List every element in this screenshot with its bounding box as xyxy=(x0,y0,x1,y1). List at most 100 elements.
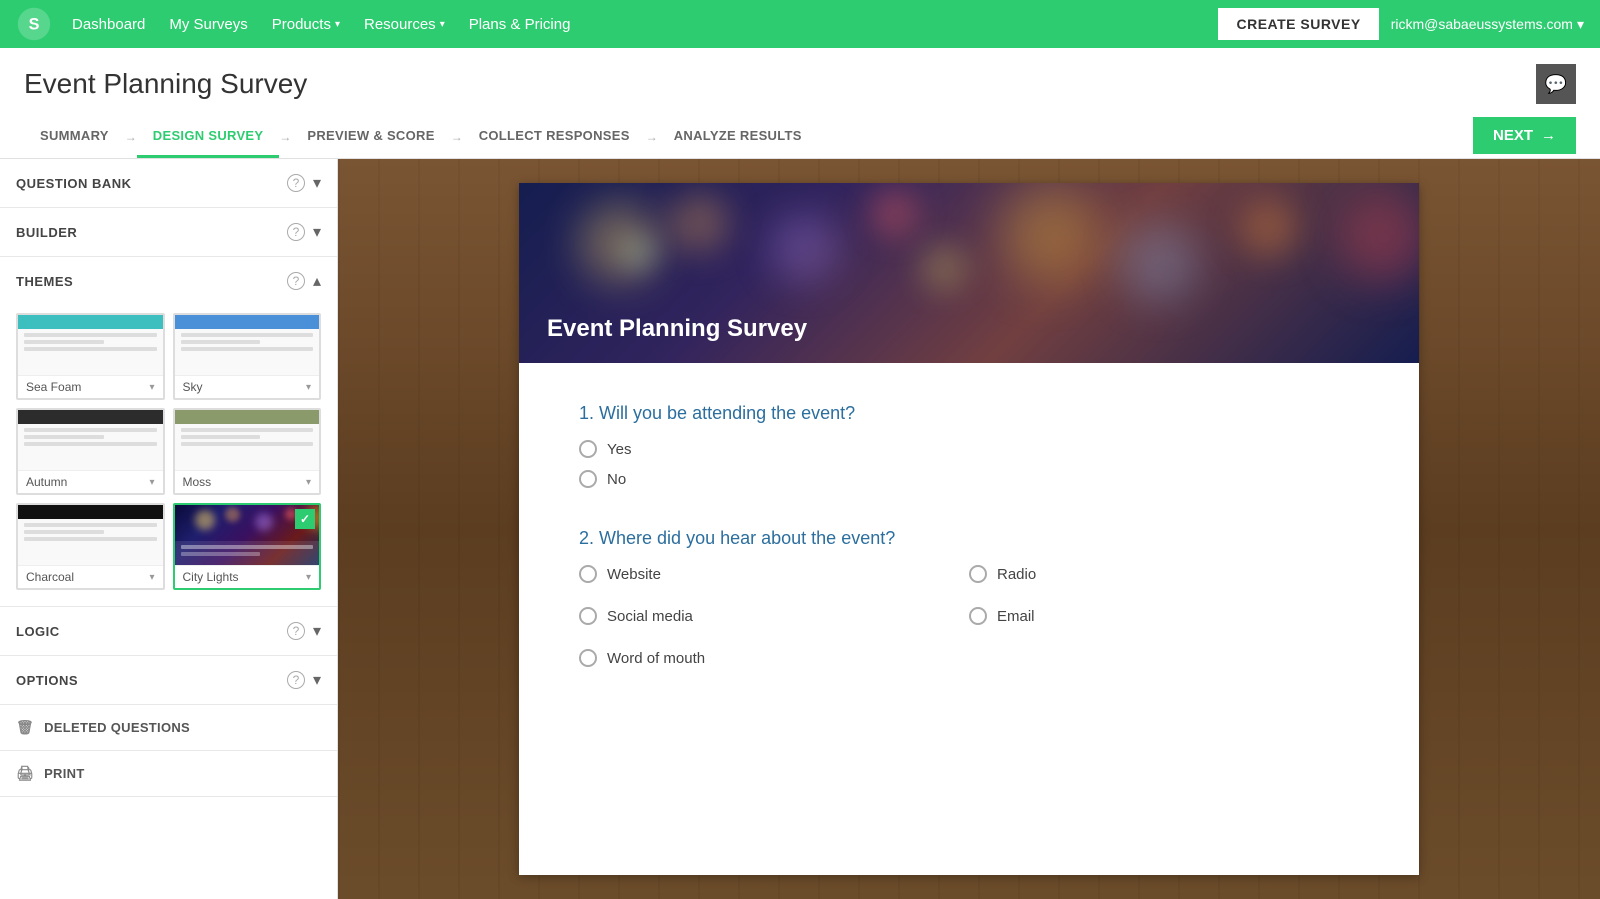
question-2-option-social[interactable]: Social media xyxy=(579,607,969,625)
theme-card-autumn[interactable]: Autumn ▾ xyxy=(16,408,165,495)
theme-preview-seafoam xyxy=(18,315,163,375)
question-2-option-email[interactable]: Email xyxy=(969,607,1359,625)
charcoal-footer: Charcoal ▾ xyxy=(18,565,163,588)
user-menu[interactable]: rickm@sabaeussystems.com ▾ xyxy=(1391,16,1584,33)
seafoam-footer: Sea Foam ▾ xyxy=(18,375,163,398)
options-help-icon[interactable]: ? xyxy=(287,671,305,689)
survey-card: Event Planning Survey 1. Will you be att… xyxy=(519,183,1419,875)
tabs-row: SUMMARY → DESIGN SURVEY → PREVIEW & SCOR… xyxy=(24,116,1576,158)
autumn-dropdown-icon[interactable]: ▾ xyxy=(149,477,154,488)
charcoal-line-1 xyxy=(24,523,157,527)
question-2-col2: Radio Email xyxy=(969,565,1359,679)
tab-collect-responses[interactable]: COLLECT RESPONSES xyxy=(463,116,646,158)
create-survey-button[interactable]: CREATE SURVEY xyxy=(1218,8,1378,40)
svg-text:S: S xyxy=(29,15,40,33)
theme-card-moss[interactable]: Moss ▾ xyxy=(173,408,322,495)
logic-title: LOGIC xyxy=(16,624,60,639)
themes-header[interactable]: THEMES ? ▴ xyxy=(0,257,337,305)
autumn-line-2 xyxy=(24,435,104,439)
radio-website-icon[interactable] xyxy=(579,565,597,583)
nav-link-plans[interactable]: Plans & Pricing xyxy=(469,16,571,33)
charcoal-line-3 xyxy=(24,537,157,541)
logic-header[interactable]: LOGIC ? ▾ xyxy=(0,607,337,655)
main-content: QUESTION BANK ? ▾ BUILDER ? ▾ xyxy=(0,159,1600,899)
nav-link-my-surveys[interactable]: My Surveys xyxy=(169,16,247,33)
themes-collapse-icon[interactable]: ▴ xyxy=(313,271,321,291)
page-header: Event Planning Survey 💬 SUMMARY → DESIGN… xyxy=(0,48,1600,159)
radio-wordofmouth-icon[interactable] xyxy=(579,649,597,667)
question-2-option-wordofmouth[interactable]: Word of mouth xyxy=(579,649,969,667)
autumn-line-3 xyxy=(24,442,157,446)
sidebar-section-options: OPTIONS ? ▾ xyxy=(0,656,337,705)
charcoal-line-2 xyxy=(24,530,104,534)
user-email-label: rickm@sabaeussystems.com xyxy=(1391,16,1573,32)
sidebar: QUESTION BANK ? ▾ BUILDER ? ▾ xyxy=(0,159,338,899)
logic-collapse-icon[interactable]: ▾ xyxy=(313,621,321,641)
theme-card-sky[interactable]: Sky ▾ xyxy=(173,313,322,400)
chat-button[interactable]: 💬 xyxy=(1536,64,1576,104)
tab-design-survey[interactable]: DESIGN SURVEY xyxy=(137,116,280,158)
survey-question-2: 2. Where did you hear about the event? W… xyxy=(579,528,1359,679)
nav-link-resources[interactable]: Resources ▾ xyxy=(364,16,445,33)
tab-arrow-2: → xyxy=(279,130,291,144)
theme-card-charcoal[interactable]: Charcoal ▾ xyxy=(16,503,165,590)
tab-preview-score[interactable]: PREVIEW & SCORE xyxy=(291,116,450,158)
question-bank-help-icon[interactable]: ? xyxy=(287,174,305,192)
themes-icons: ? ▴ xyxy=(287,271,321,291)
sidebar-section-themes: THEMES ? ▴ xyxy=(0,257,337,607)
next-button[interactable]: NEXT → xyxy=(1473,117,1576,154)
tab-analyze-results[interactable]: ANALYZE RESULTS xyxy=(658,116,818,158)
logic-help-icon[interactable]: ? xyxy=(287,622,305,640)
charcoal-dropdown-icon[interactable]: ▾ xyxy=(149,572,154,583)
top-navigation: S Dashboard My Surveys Products ▾ Resour… xyxy=(0,0,1600,48)
citylights-line-1 xyxy=(181,545,314,549)
themes-help-icon[interactable]: ? xyxy=(287,272,305,290)
radio-yes-icon[interactable] xyxy=(579,440,597,458)
print-label: PRINT xyxy=(44,766,85,781)
question-bank-header[interactable]: QUESTION BANK ? ▾ xyxy=(0,159,337,207)
survey-question-1: 1. Will you be attending the event? Yes … xyxy=(579,403,1359,488)
theme-card-seafoam[interactable]: Sea Foam ▾ xyxy=(16,313,165,400)
builder-collapse-icon[interactable]: ▾ xyxy=(313,222,321,242)
sky-line-1 xyxy=(181,333,314,337)
radio-social-icon[interactable] xyxy=(579,607,597,625)
nav-link-dashboard[interactable]: Dashboard xyxy=(72,16,145,33)
app-logo[interactable]: S xyxy=(16,6,52,42)
radio-no-icon[interactable] xyxy=(579,470,597,488)
survey-banner: Event Planning Survey xyxy=(519,183,1419,363)
sidebar-item-print[interactable]: 🖨 PRINT xyxy=(0,751,337,797)
radio-radio-icon[interactable] xyxy=(969,565,987,583)
user-menu-chevron-icon: ▾ xyxy=(1577,16,1584,33)
question-2-option-website[interactable]: Website xyxy=(579,565,969,583)
question-2-text: 2. Where did you hear about the event? xyxy=(579,528,1359,549)
survey-banner-title: Event Planning Survey xyxy=(547,315,807,343)
sky-dropdown-icon[interactable]: ▾ xyxy=(306,382,311,393)
question-1-option-yes[interactable]: Yes xyxy=(579,440,1359,458)
autumn-footer: Autumn ▾ xyxy=(18,470,163,493)
moss-dropdown-icon[interactable]: ▾ xyxy=(306,477,311,488)
citylights-dropdown-icon[interactable]: ▾ xyxy=(306,572,311,583)
question-bank-title: QUESTION BANK xyxy=(16,176,132,191)
citylights-selected-badge: ✓ xyxy=(295,509,315,529)
seafoam-dropdown-icon[interactable]: ▾ xyxy=(149,382,154,393)
themes-title: THEMES xyxy=(16,274,73,289)
question-1-option-no[interactable]: No xyxy=(579,470,1359,488)
options-header[interactable]: OPTIONS ? ▾ xyxy=(0,656,337,704)
autumn-header-bar xyxy=(18,410,163,424)
builder-header[interactable]: BUILDER ? ▾ xyxy=(0,208,337,256)
charcoal-lines xyxy=(18,519,163,565)
moss-line-2 xyxy=(181,435,261,439)
nav-link-products[interactable]: Products ▾ xyxy=(272,16,340,33)
theme-card-citylights[interactable]: ✓ City Lights ▾ xyxy=(173,503,322,590)
sidebar-section-question-bank: QUESTION BANK ? ▾ xyxy=(0,159,337,208)
tab-arrow-1: → xyxy=(125,130,137,144)
sidebar-item-deleted-questions[interactable]: 🗑 DELETED QUESTIONS xyxy=(0,705,337,751)
question-2-option-radio[interactable]: Radio xyxy=(969,565,1359,583)
tab-summary[interactable]: SUMMARY xyxy=(24,116,125,158)
moss-footer: Moss ▾ xyxy=(175,470,320,493)
question-bank-collapse-icon[interactable]: ▾ xyxy=(313,173,321,193)
sky-line-2 xyxy=(181,340,261,344)
builder-help-icon[interactable]: ? xyxy=(287,223,305,241)
options-collapse-icon[interactable]: ▾ xyxy=(313,670,321,690)
radio-email-icon[interactable] xyxy=(969,607,987,625)
